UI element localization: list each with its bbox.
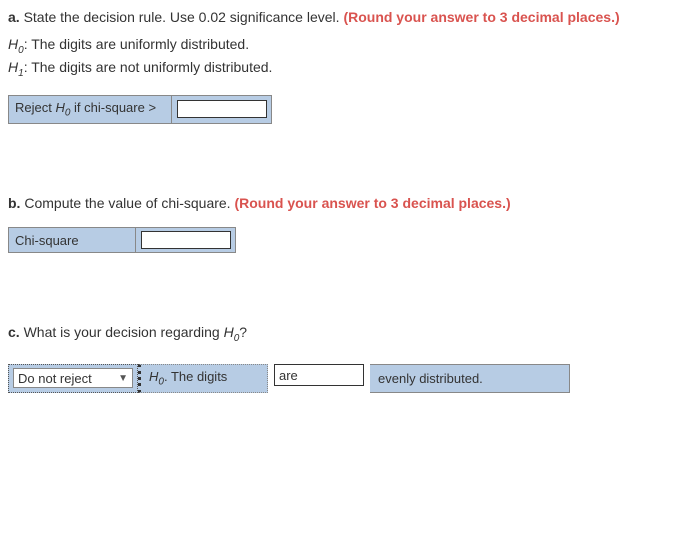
h0-sym: H [8, 36, 18, 52]
chi-square-label: Chi-square [15, 233, 79, 248]
part-b-input-wrap [136, 227, 236, 253]
part-c-q: ? [239, 324, 247, 340]
h1: H1: The digits are not uniformly distrib… [8, 57, 677, 81]
part-c-answer-row: Do not reject ▼ H0. The digits are evenl… [8, 364, 677, 393]
h1-sym: H [8, 59, 18, 75]
part-c-prompt: c. What is your decision regarding H0? [8, 323, 677, 346]
part-b-red: (Round your answer to 3 decimal places.) [234, 195, 510, 211]
part-c: c. What is your decision regarding H0? D… [8, 323, 677, 392]
part-b-text: Compute the value of chi-square. [20, 195, 234, 211]
part-a-label: a. [8, 9, 20, 25]
reject-label-cell: Reject H0 if chi-square > [8, 95, 172, 124]
reject-post: if chi-square > [70, 100, 156, 115]
tail-text: evenly distributed. [378, 371, 483, 386]
h1-text: : The digits are not uniformly distribut… [24, 59, 273, 75]
part-a-text: State the decision rule. Use 0.02 signif… [20, 9, 344, 25]
mid-sym: H [149, 369, 158, 384]
part-b-prompt: b. Compute the value of chi-square. (Rou… [8, 194, 677, 214]
hypotheses: H0: The digits are uniformly distributed… [8, 34, 677, 82]
decision-select[interactable]: Do not reject ▼ [13, 368, 133, 388]
part-a-red: (Round your answer to 3 decimal places.) [343, 9, 619, 25]
verb-box[interactable]: are [274, 364, 364, 386]
h0-text: : The digits are uniformly distributed. [24, 36, 249, 52]
h0: H0: The digits are uniformly distributed… [8, 34, 677, 58]
chi-square-input[interactable] [141, 231, 231, 249]
decision-select-wrap: Do not reject ▼ [8, 364, 138, 393]
reject-pre: Reject [15, 100, 55, 115]
tail-text-cell: evenly distributed. [370, 364, 570, 393]
part-a: a. State the decision rule. Use 0.02 sig… [8, 8, 677, 124]
reject-sym: H [55, 100, 64, 115]
chi-square-label-cell: Chi-square [8, 227, 136, 253]
part-c-sym: H [224, 324, 234, 340]
part-b-label: b. [8, 195, 20, 211]
verb-value: are [279, 368, 298, 383]
mid-post: . The digits [164, 369, 227, 384]
part-c-text-pre: What is your decision regarding [20, 324, 224, 340]
part-a-prompt: a. State the decision rule. Use 0.02 sig… [8, 8, 677, 28]
part-b: b. Compute the value of chi-square. (Rou… [8, 194, 677, 254]
part-a-answer-row: Reject H0 if chi-square > [8, 95, 677, 124]
chi-critical-input[interactable] [177, 100, 267, 118]
decision-select-value: Do not reject [18, 371, 92, 386]
mid-text-cell: H0. The digits [138, 364, 268, 393]
part-a-input-wrap [172, 95, 272, 124]
part-c-label: c. [8, 324, 20, 340]
chevron-down-icon: ▼ [118, 373, 128, 384]
part-b-answer-row: Chi-square [8, 227, 677, 253]
